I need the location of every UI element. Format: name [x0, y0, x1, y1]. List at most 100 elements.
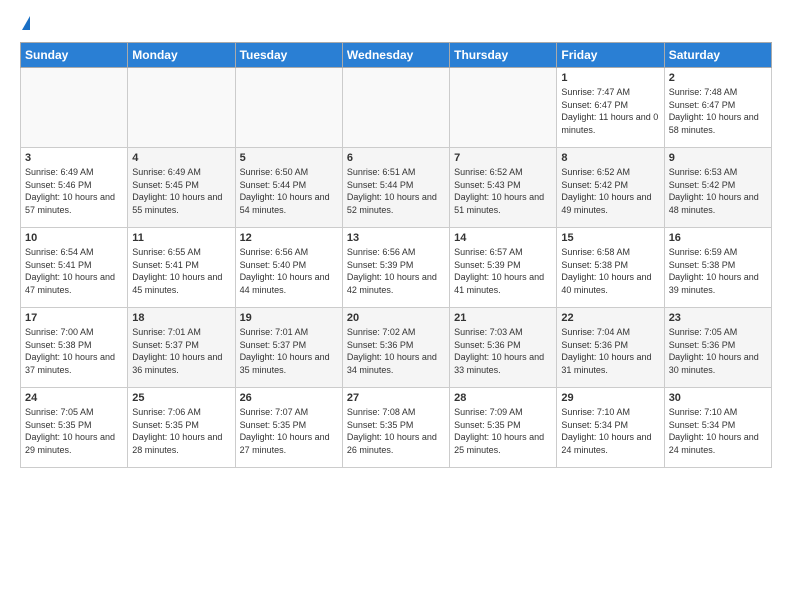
- logo: [20, 16, 30, 32]
- day-number: 28: [454, 392, 552, 404]
- day-info: Sunrise: 7:48 AM Sunset: 6:47 PM Dayligh…: [669, 86, 767, 136]
- day-info: Sunrise: 6:49 AM Sunset: 5:46 PM Dayligh…: [25, 166, 123, 216]
- day-number: 3: [25, 152, 123, 164]
- day-number: 13: [347, 232, 445, 244]
- calendar-cell: 11 Sunrise: 6:55 AM Sunset: 5:41 PM Dayli…: [128, 228, 235, 308]
- day-info: Sunrise: 7:47 AM Sunset: 6:47 PM Dayligh…: [561, 86, 659, 136]
- day-info: Sunrise: 7:09 AM Sunset: 5:35 PM Dayligh…: [454, 406, 552, 456]
- calendar-cell: 8 Sunrise: 6:52 AM Sunset: 5:42 PM Daylig…: [557, 148, 664, 228]
- calendar-cell: 21Sunrise: 7:03 AM Sunset: 5:36 PM Dayli…: [450, 308, 557, 388]
- calendar-cell: 24 Sunrise: 7:05 AM Sunset: 5:35 PM Dayli…: [21, 388, 128, 468]
- day-number: 17: [25, 312, 123, 324]
- day-info: Sunrise: 6:52 AM Sunset: 5:42 PM Dayligh…: [561, 166, 659, 216]
- day-number: 29: [561, 392, 659, 404]
- calendar-cell: 6 Sunrise: 6:51 AM Sunset: 5:44 PM Daylig…: [342, 148, 449, 228]
- day-info: Sunrise: 7:03 AM Sunset: 5:36 PM Dayligh…: [454, 326, 552, 376]
- calendar-cell: [450, 68, 557, 148]
- day-number: 12: [240, 232, 338, 244]
- day-info: Sunrise: 6:59 AM Sunset: 5:38 PM Dayligh…: [669, 246, 767, 296]
- day-number: 22: [561, 312, 659, 324]
- day-number: 24: [25, 392, 123, 404]
- calendar-cell: [342, 68, 449, 148]
- calendar-cell: 19 Sunrise: 7:01 AM Sunset: 5:37 PM Dayli…: [235, 308, 342, 388]
- day-info: Sunrise: 7:00 AM Sunset: 5:38 PM Dayligh…: [25, 326, 123, 376]
- calendar-cell: 30Sunrise: 7:10 AM Sunset: 5:34 PM Dayli…: [664, 388, 771, 468]
- day-info: Sunrise: 6:57 AM Sunset: 5:39 PM Dayligh…: [454, 246, 552, 296]
- calendar-cell: 7 Sunrise: 6:52 AM Sunset: 5:43 PM Daylig…: [450, 148, 557, 228]
- calendar-cell: 2 Sunrise: 7:48 AM Sunset: 6:47 PM Daylig…: [664, 68, 771, 148]
- calendar-cell: 13Sunrise: 6:56 AM Sunset: 5:39 PM Dayli…: [342, 228, 449, 308]
- weekday-header-wednesday: Wednesday: [342, 43, 449, 68]
- calendar-cell: 10 Sunrise: 6:54 AM Sunset: 5:41 PM Dayli…: [21, 228, 128, 308]
- day-info: Sunrise: 6:51 AM Sunset: 5:44 PM Dayligh…: [347, 166, 445, 216]
- day-info: Sunrise: 6:58 AM Sunset: 5:38 PM Dayligh…: [561, 246, 659, 296]
- day-info: Sunrise: 7:05 AM Sunset: 5:36 PM Dayligh…: [669, 326, 767, 376]
- header: [20, 16, 772, 32]
- day-info: Sunrise: 7:07 AM Sunset: 5:35 PM Dayligh…: [240, 406, 338, 456]
- day-number: 25: [132, 392, 230, 404]
- day-info: Sunrise: 7:04 AM Sunset: 5:36 PM Dayligh…: [561, 326, 659, 376]
- calendar-cell: 25 Sunrise: 7:06 AM Sunset: 5:35 PM Dayli…: [128, 388, 235, 468]
- day-info: Sunrise: 7:10 AM Sunset: 5:34 PM Dayligh…: [561, 406, 659, 456]
- calendar-cell: 22 Sunrise: 7:04 AM Sunset: 5:36 PM Dayli…: [557, 308, 664, 388]
- calendar-cell: 14 Sunrise: 6:57 AM Sunset: 5:39 PM Dayli…: [450, 228, 557, 308]
- day-info: Sunrise: 6:53 AM Sunset: 5:42 PM Dayligh…: [669, 166, 767, 216]
- day-info: Sunrise: 6:55 AM Sunset: 5:41 PM Dayligh…: [132, 246, 230, 296]
- day-number: 18: [132, 312, 230, 324]
- calendar-cell: 9 Sunrise: 6:53 AM Sunset: 5:42 PM Daylig…: [664, 148, 771, 228]
- day-number: 11: [132, 232, 230, 244]
- day-number: 10: [25, 232, 123, 244]
- weekday-header-monday: Monday: [128, 43, 235, 68]
- day-number: 16: [669, 232, 767, 244]
- day-number: 14: [454, 232, 552, 244]
- day-number: 26: [240, 392, 338, 404]
- calendar-table: SundayMondayTuesdayWednesdayThursdayFrid…: [20, 42, 772, 468]
- day-info: Sunrise: 7:01 AM Sunset: 5:37 PM Dayligh…: [240, 326, 338, 376]
- day-number: 9: [669, 152, 767, 164]
- weekday-header-sunday: Sunday: [21, 43, 128, 68]
- weekday-header-tuesday: Tuesday: [235, 43, 342, 68]
- calendar-cell: 16 Sunrise: 6:59 AM Sunset: 5:38 PM Dayli…: [664, 228, 771, 308]
- day-number: 7: [454, 152, 552, 164]
- day-number: 8: [561, 152, 659, 164]
- day-number: 15: [561, 232, 659, 244]
- day-number: 4: [132, 152, 230, 164]
- day-number: 23: [669, 312, 767, 324]
- day-info: Sunrise: 6:52 AM Sunset: 5:43 PM Dayligh…: [454, 166, 552, 216]
- calendar-cell: [235, 68, 342, 148]
- calendar-cell: 28 Sunrise: 7:09 AM Sunset: 5:35 PM Dayli…: [450, 388, 557, 468]
- day-info: Sunrise: 7:10 AM Sunset: 5:34 PM Dayligh…: [669, 406, 767, 456]
- calendar-cell: 4 Sunrise: 6:49 AM Sunset: 5:45 PM Daylig…: [128, 148, 235, 228]
- calendar-cell: 20 Sunrise: 7:02 AM Sunset: 5:36 PM Dayli…: [342, 308, 449, 388]
- weekday-header-saturday: Saturday: [664, 43, 771, 68]
- day-number: 19: [240, 312, 338, 324]
- calendar-cell: 18 Sunrise: 7:01 AM Sunset: 5:37 PM Dayli…: [128, 308, 235, 388]
- weekday-header-thursday: Thursday: [450, 43, 557, 68]
- day-number: 6: [347, 152, 445, 164]
- calendar-cell: 1 Sunrise: 7:47 AM Sunset: 6:47 PM Daylig…: [557, 68, 664, 148]
- calendar-cell: 17 Sunrise: 7:00 AM Sunset: 5:38 PM Dayli…: [21, 308, 128, 388]
- day-info: Sunrise: 7:08 AM Sunset: 5:35 PM Dayligh…: [347, 406, 445, 456]
- logo-triangle-icon: [22, 16, 30, 30]
- day-info: Sunrise: 7:01 AM Sunset: 5:37 PM Dayligh…: [132, 326, 230, 376]
- day-number: 1: [561, 72, 659, 84]
- day-number: 27: [347, 392, 445, 404]
- day-info: Sunrise: 6:54 AM Sunset: 5:41 PM Dayligh…: [25, 246, 123, 296]
- calendar-cell: 29 Sunrise: 7:10 AM Sunset: 5:34 PM Dayli…: [557, 388, 664, 468]
- calendar-cell: 15 Sunrise: 6:58 AM Sunset: 5:38 PM Dayli…: [557, 228, 664, 308]
- day-info: Sunrise: 7:05 AM Sunset: 5:35 PM Dayligh…: [25, 406, 123, 456]
- calendar-cell: 5 Sunrise: 6:50 AM Sunset: 5:44 PM Daylig…: [235, 148, 342, 228]
- calendar-cell: 26 Sunrise: 7:07 AM Sunset: 5:35 PM Dayli…: [235, 388, 342, 468]
- day-info: Sunrise: 6:56 AM Sunset: 5:40 PM Dayligh…: [240, 246, 338, 296]
- day-number: 2: [669, 72, 767, 84]
- day-number: 5: [240, 152, 338, 164]
- calendar-cell: 23 Sunrise: 7:05 AM Sunset: 5:36 PM Dayli…: [664, 308, 771, 388]
- day-info: Sunrise: 6:49 AM Sunset: 5:45 PM Dayligh…: [132, 166, 230, 216]
- calendar-cell: 27 Sunrise: 7:08 AM Sunset: 5:35 PM Dayli…: [342, 388, 449, 468]
- day-number: 20: [347, 312, 445, 324]
- day-info: Sunrise: 6:50 AM Sunset: 5:44 PM Dayligh…: [240, 166, 338, 216]
- weekday-header-friday: Friday: [557, 43, 664, 68]
- calendar-cell: [128, 68, 235, 148]
- day-info: Sunrise: 7:02 AM Sunset: 5:36 PM Dayligh…: [347, 326, 445, 376]
- day-info: Sunrise: 7:06 AM Sunset: 5:35 PM Dayligh…: [132, 406, 230, 456]
